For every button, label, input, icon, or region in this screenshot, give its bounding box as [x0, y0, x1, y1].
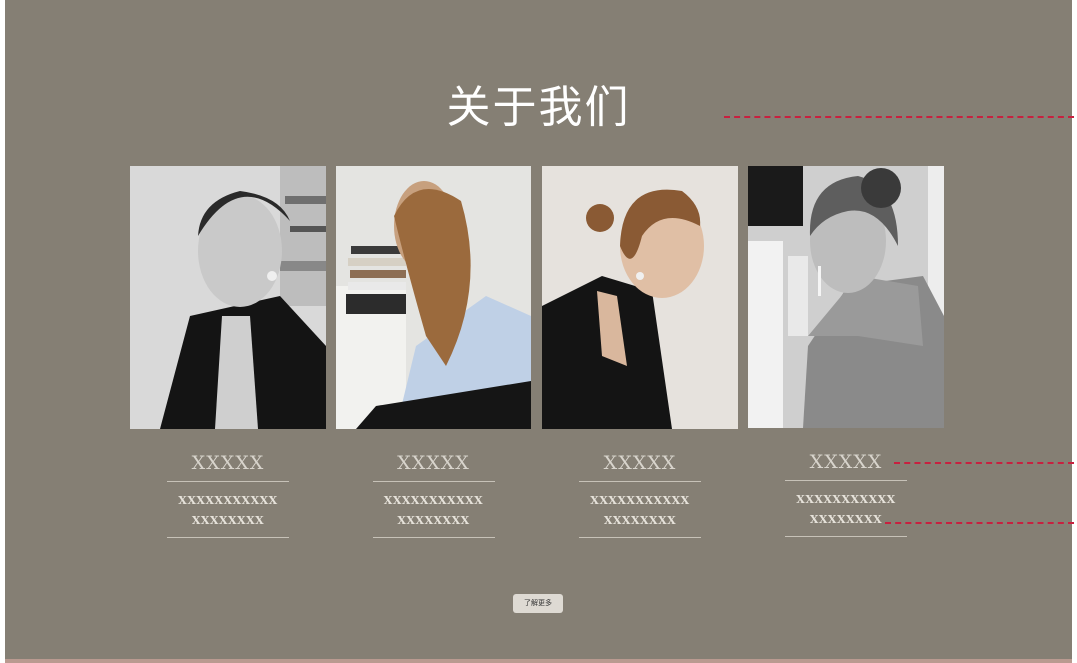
member-photo	[130, 166, 326, 429]
divider	[372, 537, 495, 538]
member-name: XXXXX	[809, 451, 883, 473]
member-desc-line1: XXXXXXXXXXX	[178, 494, 278, 507]
divider	[579, 481, 701, 482]
member-desc-line1: XXXXXXXXXXX	[590, 494, 690, 507]
bottom-border	[5, 659, 1072, 663]
member-photo	[336, 166, 531, 429]
member-desc-line2: XXXXXXXX	[397, 514, 470, 527]
team-card: XXXXX XXXXXXXXXXX XXXXXXXX	[542, 166, 738, 538]
team-card: XXXXX XXXXXXXXXXX XXXXXXXX	[336, 166, 531, 538]
divider	[785, 536, 907, 537]
divider	[167, 537, 289, 538]
team-card: XXXXX XXXXXXXXXXX XXXXXXXX	[748, 166, 944, 537]
member-desc-line2: XXXXXXXX	[603, 514, 677, 527]
member-photo	[542, 166, 738, 429]
guide-line-title	[724, 116, 1074, 118]
divider	[579, 537, 701, 538]
divider	[372, 481, 495, 482]
divider	[167, 481, 289, 482]
team-card: XXXXX XXXXXXXXXXX XXXXXXXX	[130, 166, 326, 538]
member-photo	[748, 166, 944, 429]
member-desc-line2: XXXXXXXX	[191, 514, 265, 527]
member-desc-line1: XXXXXXXXXXX	[383, 494, 484, 507]
member-desc-line1: XXXXXXXXXXX	[796, 493, 896, 506]
member-name: XXXXX	[603, 452, 677, 474]
learn-more-button[interactable]: 了解更多	[513, 594, 563, 613]
page-title: 关于我们	[446, 82, 631, 133]
member-desc-line2: XXXXXXXX	[809, 513, 883, 526]
divider	[785, 480, 907, 481]
member-name: XXXXX	[191, 452, 265, 474]
member-name: XXXXX	[397, 452, 470, 474]
